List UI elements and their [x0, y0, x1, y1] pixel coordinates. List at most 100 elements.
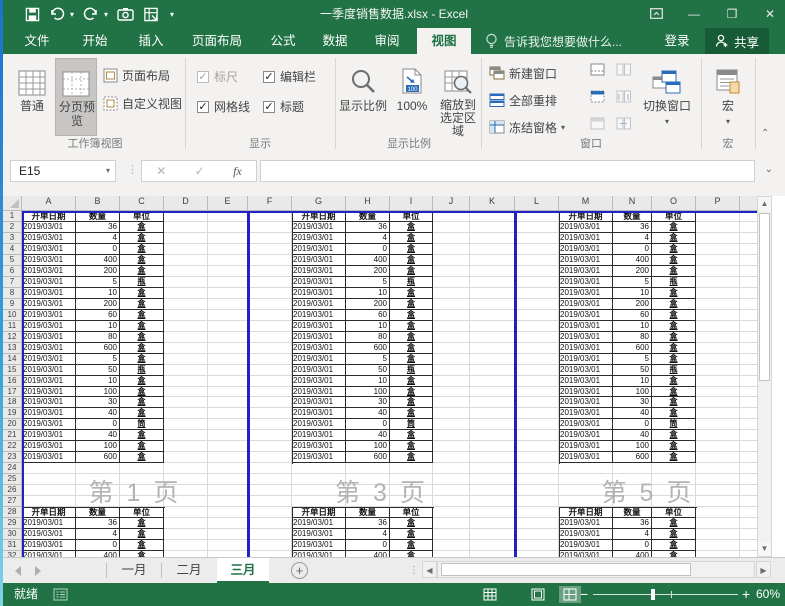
cell-E4[interactable] — [208, 244, 248, 255]
cell-P10[interactable] — [696, 310, 740, 321]
cell-partial-23[interactable] — [740, 452, 757, 463]
cell-K8[interactable] — [470, 288, 515, 299]
status-normal-view-icon[interactable] — [479, 586, 501, 603]
column-header-F[interactable]: F — [248, 196, 292, 211]
cell-E9[interactable] — [208, 299, 248, 310]
cell-J19[interactable] — [433, 408, 470, 419]
cell-J9[interactable] — [433, 299, 470, 310]
cell-J17[interactable] — [433, 387, 470, 398]
cell-D14[interactable] — [164, 354, 208, 365]
cell-partial-6[interactable] — [740, 266, 757, 277]
record-macro-icon[interactable] — [53, 587, 68, 604]
cell-F3[interactable] — [248, 233, 292, 244]
column-header-L[interactable]: L — [515, 196, 559, 211]
row-header-19[interactable]: 19 — [3, 408, 22, 419]
cell-F7[interactable] — [248, 277, 292, 288]
cell-L22[interactable] — [515, 441, 559, 452]
sheet-nav-next-icon[interactable] — [35, 566, 41, 576]
cell-E13[interactable] — [208, 343, 248, 354]
ribbon-tab-formulas[interactable]: 公式 — [259, 28, 307, 54]
cell-K6[interactable] — [470, 266, 515, 277]
cell-L29[interactable] — [515, 518, 559, 529]
cell-partial-10[interactable] — [740, 310, 757, 321]
cell-F9[interactable] — [248, 299, 292, 310]
cell-E20[interactable] — [208, 419, 248, 430]
cell-P7[interactable] — [696, 277, 740, 288]
cell-F25[interactable] — [248, 474, 292, 485]
cell-D12[interactable] — [164, 332, 208, 343]
cell-D9[interactable] — [164, 299, 208, 310]
ribbon-tab-home[interactable]: 开始 — [71, 28, 119, 54]
cell-partial-8[interactable] — [740, 288, 757, 299]
cell-P30[interactable] — [696, 529, 740, 540]
cell-P6[interactable] — [696, 266, 740, 277]
cell-J11[interactable] — [433, 321, 470, 332]
cell-D4[interactable] — [164, 244, 208, 255]
cell-D13[interactable] — [164, 343, 208, 354]
cell-F21[interactable] — [248, 430, 292, 441]
name-box-dropdown-icon[interactable]: ▾ — [106, 161, 110, 181]
cell-L9[interactable] — [515, 299, 559, 310]
cell-E25[interactable] — [208, 474, 248, 485]
cell-L6[interactable] — [515, 266, 559, 277]
horizontal-scrollbar-splitter[interactable]: ⋮ — [409, 565, 419, 576]
cell-D5[interactable] — [164, 255, 208, 266]
cell-F28[interactable] — [248, 507, 292, 518]
cell-partial-25[interactable] — [740, 474, 757, 485]
cell-D3[interactable] — [164, 233, 208, 244]
row-header-1[interactable]: 1 — [3, 211, 22, 222]
cell-K14[interactable] — [470, 354, 515, 365]
cell-L19[interactable] — [515, 408, 559, 419]
cell-E27[interactable] — [208, 496, 248, 507]
cell-F12[interactable] — [248, 332, 292, 343]
cell-F29[interactable] — [248, 518, 292, 529]
row-header-20[interactable]: 20 — [3, 419, 22, 430]
cell-D29[interactable] — [164, 518, 208, 529]
cell-K23[interactable] — [470, 452, 515, 463]
cell-F6[interactable] — [248, 266, 292, 277]
cell-E22[interactable] — [208, 441, 248, 452]
horizontal-scroll-thumb[interactable] — [441, 563, 691, 576]
cell-J31[interactable] — [433, 540, 470, 551]
cell-P17[interactable] — [696, 387, 740, 398]
cell-E28[interactable] — [208, 507, 248, 518]
cell-L27[interactable] — [515, 496, 559, 507]
zoom-level-label[interactable]: 60% — [756, 583, 780, 606]
cell-J22[interactable] — [433, 441, 470, 452]
cell-K31[interactable] — [470, 540, 515, 551]
cell-K29[interactable] — [470, 518, 515, 529]
cell-L8[interactable] — [515, 288, 559, 299]
ribbon-tab-data[interactable]: 数据 — [311, 28, 359, 54]
cell-D16[interactable] — [164, 376, 208, 387]
cell-E24[interactable] — [208, 463, 248, 474]
cell-F11[interactable] — [248, 321, 292, 332]
cell-E16[interactable] — [208, 376, 248, 387]
cell-F13[interactable] — [248, 343, 292, 354]
cell-P3[interactable] — [696, 233, 740, 244]
cell-E5[interactable] — [208, 255, 248, 266]
cell-L13[interactable] — [515, 343, 559, 354]
cell-E12[interactable] — [208, 332, 248, 343]
cell-D21[interactable] — [164, 430, 208, 441]
scroll-right-icon[interactable]: ▶ — [756, 561, 771, 578]
scroll-up-icon[interactable]: ▲ — [758, 197, 771, 211]
cell-partial-30[interactable] — [740, 529, 757, 540]
row-header-15[interactable]: 15 — [3, 365, 22, 376]
cell-F10[interactable] — [248, 310, 292, 321]
cell-P28[interactable] — [696, 507, 740, 518]
row-header-2[interactable]: 2 — [3, 222, 22, 233]
cell-E3[interactable] — [208, 233, 248, 244]
cell-partial-16[interactable] — [740, 376, 757, 387]
cell-partial-7[interactable] — [740, 277, 757, 288]
row-header-16[interactable]: 16 — [3, 376, 22, 387]
cell-partial-31[interactable] — [740, 540, 757, 551]
cell-partial-9[interactable] — [740, 299, 757, 310]
cell-partial-4[interactable] — [740, 244, 757, 255]
cell-F26[interactable] — [248, 485, 292, 496]
maximize-button[interactable]: ❐ — [725, 8, 739, 20]
cell-K26[interactable] — [470, 485, 515, 496]
reset-window-position-button[interactable] — [613, 113, 633, 133]
row-header-17[interactable]: 17 — [3, 387, 22, 398]
cell-E18[interactable] — [208, 397, 248, 408]
column-header-O[interactable]: O — [652, 196, 696, 211]
